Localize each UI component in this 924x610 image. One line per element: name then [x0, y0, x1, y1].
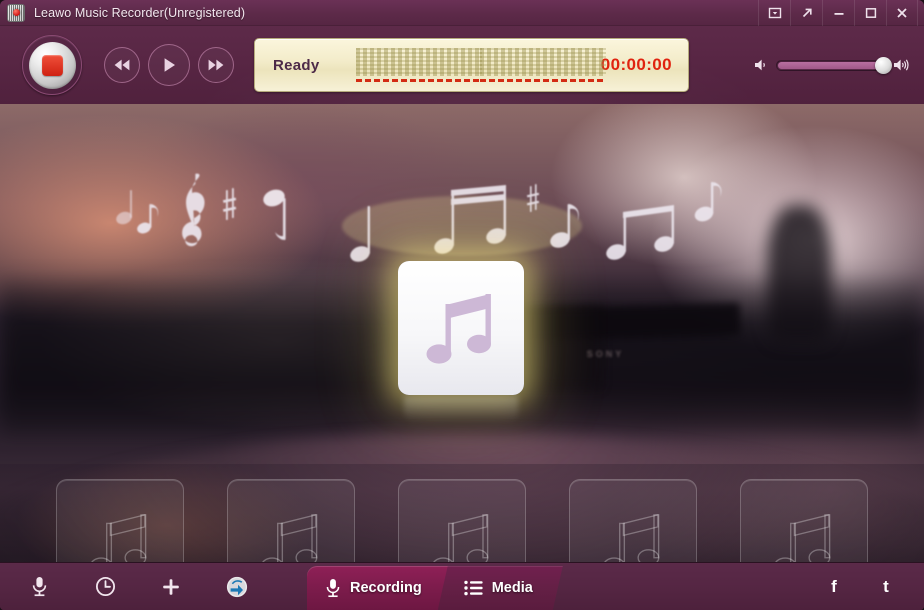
twitter-icon: t [883, 576, 889, 596]
titlebar: Leawo Music Recorder(Unregistered) [0, 0, 924, 26]
maximize-icon [865, 7, 876, 18]
list-item[interactable]: Title Artist [376, 479, 547, 562]
next-button[interactable] [198, 47, 234, 83]
expand-button[interactable] [790, 0, 822, 26]
minimize-icon [834, 12, 843, 15]
album-art-reflection [404, 396, 518, 422]
plus-icon [163, 578, 179, 595]
transport-toolbar: Ready 00:00:00 [0, 26, 924, 104]
list-item[interactable]: Title Artist [719, 479, 890, 562]
thumbnail-art[interactable] [398, 479, 526, 562]
add-button[interactable] [146, 563, 196, 610]
previous-button[interactable] [104, 47, 140, 83]
record-app-icon [7, 3, 25, 22]
music-note-icon [90, 513, 146, 562]
volume-slider[interactable] [776, 56, 893, 74]
refresh-globe-icon [226, 576, 248, 597]
list-item[interactable]: Title Artist [34, 479, 205, 562]
record-button[interactable] [22, 35, 82, 95]
timer-text: 00:00:00 [600, 55, 672, 74]
speaker-high-icon [894, 59, 909, 71]
play-icon [164, 58, 175, 72]
music-note-icon [433, 513, 489, 562]
music-note-icon [261, 513, 318, 562]
tab-media-label: Media [491, 580, 533, 596]
music-note-icon [775, 513, 831, 562]
now-playing-album-art[interactable] [398, 261, 524, 395]
window-controls [758, 0, 924, 26]
tab-media[interactable]: Media [437, 566, 563, 610]
library-strip: Title Artist Title Artist [0, 464, 924, 562]
main-tabs: Recording Media [307, 566, 563, 610]
tab-recording-label: Recording [350, 580, 422, 596]
record-button-face [28, 41, 76, 89]
vu-meter-right-baseline [480, 79, 607, 82]
vu-meter-right-segments [480, 48, 607, 76]
facebook-icon: f [831, 576, 837, 596]
tab-recording[interactable]: Recording [307, 566, 452, 610]
close-icon [897, 7, 907, 18]
list-item[interactable]: Title Artist [548, 479, 719, 562]
turntable-brand-label: SONY [586, 349, 625, 360]
thumbnail-art[interactable] [740, 479, 869, 562]
fast-forward-icon [208, 59, 224, 71]
schedule-button[interactable] [80, 563, 130, 610]
turntable-post [766, 204, 832, 343]
record-stop-icon [41, 54, 63, 76]
vu-meter-left-segments [355, 48, 482, 76]
list-item[interactable]: Title Artist [205, 479, 376, 562]
microphone-button[interactable] [14, 563, 64, 610]
expand-arrow-icon [802, 8, 812, 17]
vu-meter-right [480, 46, 607, 84]
rewind-icon [114, 59, 130, 71]
minimize-button[interactable] [822, 0, 854, 26]
clock-icon [95, 576, 115, 597]
status-display: Ready 00:00:00 [254, 38, 689, 92]
facebook-button[interactable]: f [816, 563, 852, 610]
twitter-button[interactable]: t [868, 563, 904, 610]
microphone-icon [325, 578, 341, 598]
vu-meter-left-baseline [355, 79, 482, 82]
vu-meter-left [355, 46, 482, 84]
social-links: f t [816, 563, 904, 610]
speaker-low-icon [755, 59, 765, 71]
hero-area: SONY [0, 104, 924, 562]
thumbnail-art[interactable] [569, 479, 698, 562]
status-text: Ready [273, 56, 320, 74]
thumbnail-art[interactable] [226, 479, 355, 562]
list-icon [464, 580, 483, 596]
restore-dropdown-button[interactable] [758, 0, 790, 26]
close-button[interactable] [886, 0, 918, 26]
microphone-icon [32, 577, 46, 597]
dropdown-box-icon [768, 7, 781, 18]
bottom-toolbar: Recording Media f t [0, 562, 924, 610]
tonearm [526, 302, 740, 341]
music-note-icon [426, 294, 491, 364]
volume-fill [778, 61, 881, 69]
play-button[interactable] [148, 44, 190, 86]
maximize-button[interactable] [854, 0, 886, 26]
window-title: Leawo Music Recorder(Unregistered) [34, 5, 246, 20]
volume-knob[interactable] [875, 56, 893, 74]
refresh-button[interactable] [212, 563, 262, 610]
music-note-icon [604, 513, 660, 562]
app-window: Leawo Music Recorder(Unregistered) Ready… [0, 0, 924, 610]
thumbnail-art[interactable] [55, 479, 184, 562]
volume-control[interactable] [754, 56, 910, 74]
